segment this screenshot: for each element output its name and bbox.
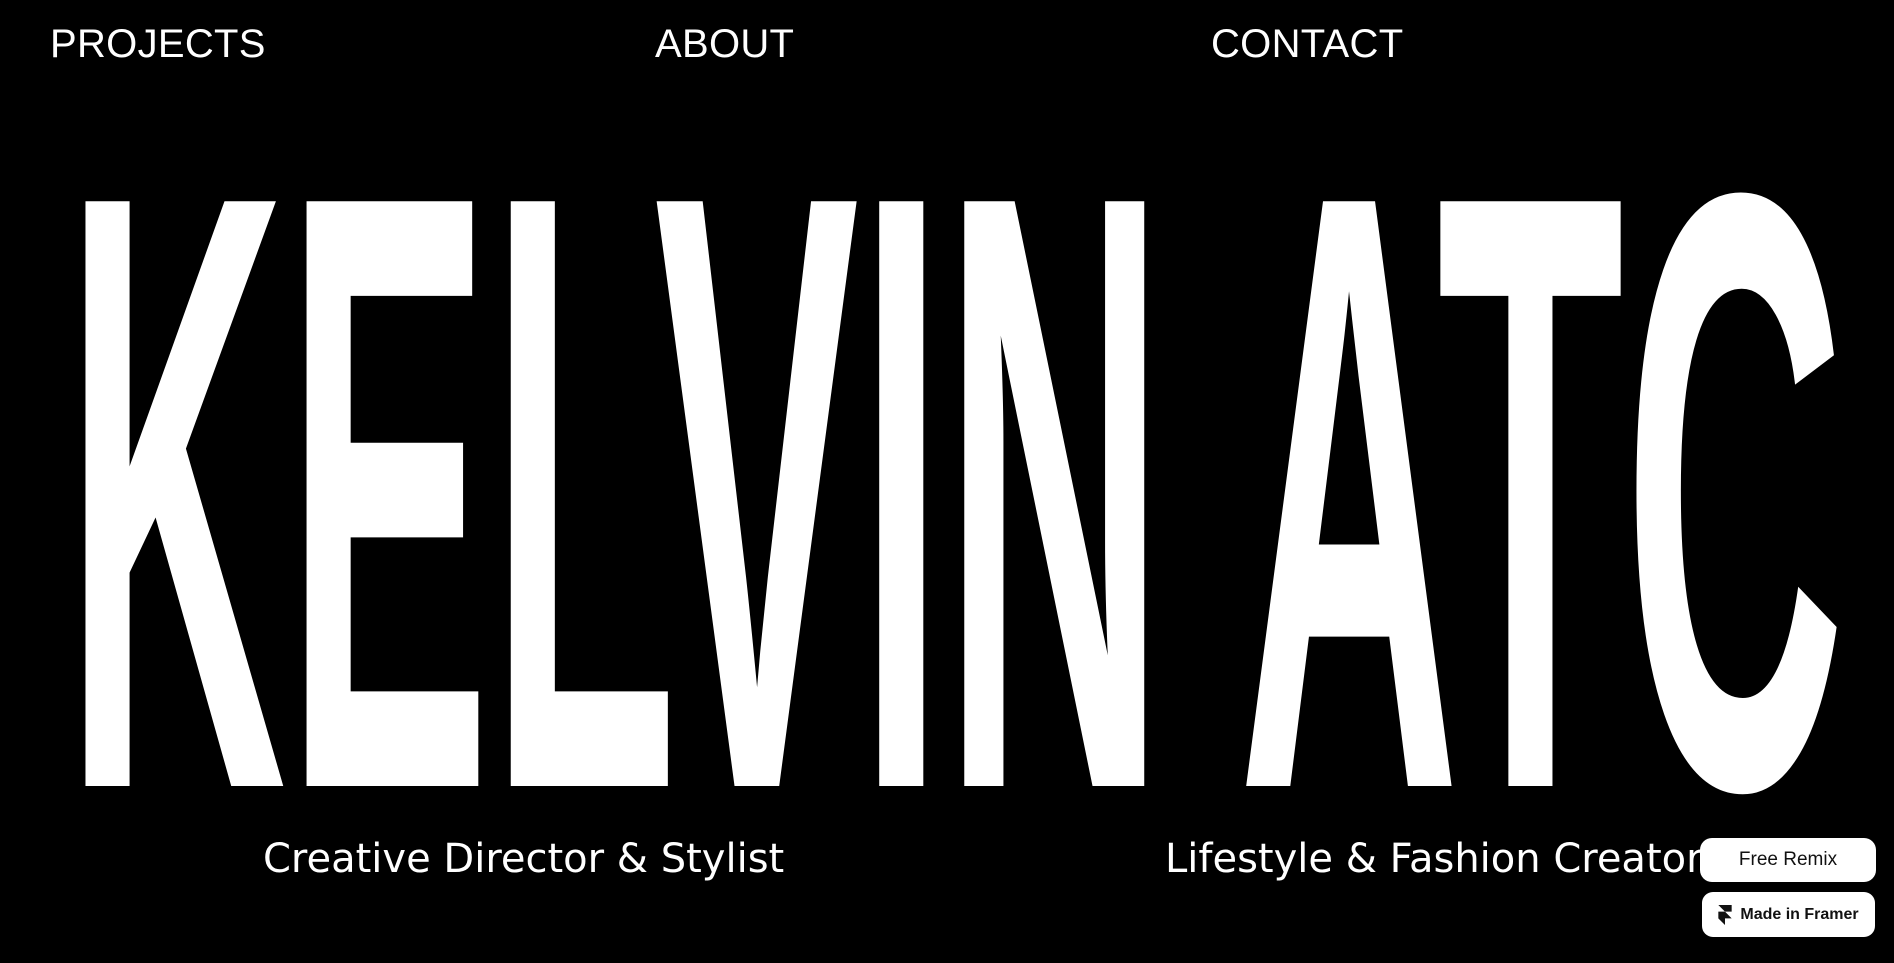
- nav-link-about[interactable]: ABOUT: [655, 20, 794, 68]
- hero-title: KELVIN ATC: [0, 165, 1894, 795]
- free-remix-button[interactable]: Free Remix: [1700, 838, 1876, 882]
- nav-link-contact[interactable]: CONTACT: [1211, 20, 1403, 68]
- nav-link-projects[interactable]: PROJECTS: [50, 20, 266, 68]
- framer-logo-icon: [1718, 904, 1733, 925]
- tagline-creative-director: Creative Director & Stylist: [263, 836, 785, 882]
- tagline-lifestyle-creator: Lifestyle & Fashion Creator: [1165, 836, 1703, 882]
- hero-title-text: KELVIN ATC: [65, 165, 1845, 795]
- made-in-framer-badge[interactable]: Made in Framer: [1702, 892, 1875, 937]
- made-in-framer-label: Made in Framer: [1740, 905, 1859, 923]
